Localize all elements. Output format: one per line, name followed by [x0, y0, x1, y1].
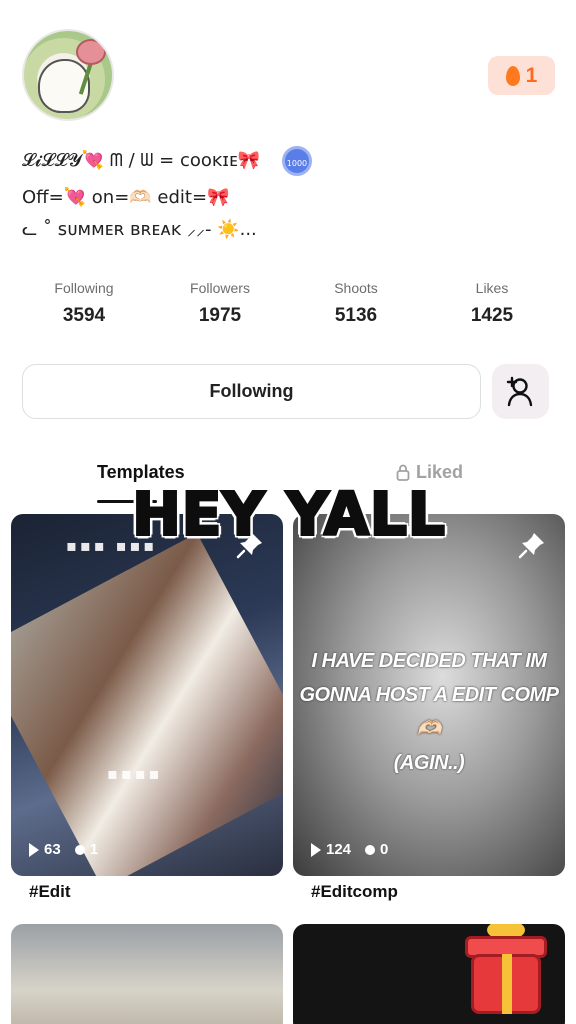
card-thumbnail: [11, 533, 283, 876]
template-card-4[interactable]: [293, 924, 565, 1024]
level-badge[interactable]: 1000: [281, 146, 312, 176]
stat-likes[interactable]: Likes 1425: [424, 280, 560, 327]
template-card-1[interactable]: ▪▪▪ ▪▪▪ ▪▪▪▪ 63 1: [11, 514, 283, 876]
gift-icon: [471, 954, 541, 1014]
card-tag[interactable]: #Edit: [29, 882, 71, 902]
stat-label: Followers: [190, 280, 250, 296]
card-stats: 63 1: [29, 841, 98, 858]
stat-value: 1975: [198, 305, 242, 326]
comment-icon: [74, 844, 85, 855]
stat-label: Likes: [475, 280, 509, 296]
comments-stat: 0: [365, 841, 388, 858]
comments-count: 0: [380, 841, 389, 858]
views-count: 63: [44, 841, 61, 858]
views-stat: 124: [311, 841, 351, 858]
card-stats: 124 0: [311, 841, 388, 858]
stat-value: 5136: [334, 305, 378, 326]
views-stat: 63: [29, 841, 61, 858]
comment-icon: [365, 844, 376, 855]
bio-line-2: Off=💘 on=🫶🏻 edit=🎀: [22, 187, 230, 208]
avatar[interactable]: [22, 29, 114, 121]
comments-stat: 1: [74, 841, 99, 858]
flame-icon: [505, 65, 520, 86]
play-icon: [311, 842, 321, 857]
hey-yall-sticker: HEY YALL: [131, 478, 447, 550]
bio-line-3[interactable]: ᓚ ˚ ꜱᴜᴍᴍᴇʀ ʙʀᴇᴀᴋ ⸝⸝- ☀️...: [22, 217, 257, 241]
bio-name: 𝓛𝓲𝓛𝓛𝓨💘 ᗰ / ᗯ = ᴄᴏᴏᴋɪᴇ🎀: [22, 150, 261, 171]
stat-following[interactable]: Following 3594: [16, 280, 152, 327]
streak-count: 1: [525, 63, 538, 87]
stat-value: 1425: [470, 305, 514, 326]
stat-followers[interactable]: Followers 1975: [152, 280, 288, 327]
stat-shoots[interactable]: Shoots 5136: [288, 280, 424, 327]
comments-count: 1: [89, 841, 99, 858]
streak-badge[interactable]: 1: [488, 56, 555, 95]
caption-line: GONNA HOST A EDIT COMP🫶🏻: [299, 684, 560, 740]
card-tag[interactable]: #Editcomp: [311, 882, 398, 902]
bio-line-1: 𝓛𝓲𝓛𝓛𝓨💘 ᗰ / ᗯ = ᴄᴏᴏᴋɪᴇ🎀 1000: [22, 146, 312, 176]
add-friend-button[interactable]: [492, 364, 549, 419]
card-caption: I HAVE DECIDED THAT IM GONNA HOST A EDIT…: [293, 644, 565, 780]
stat-value: 3594: [62, 305, 106, 326]
template-card-2[interactable]: I HAVE DECIDED THAT IM GONNA HOST A EDIT…: [293, 514, 565, 876]
stat-label: Following: [54, 280, 114, 296]
following-button[interactable]: Following: [22, 364, 481, 419]
caption-line: I HAVE DECIDED THAT IM: [311, 650, 547, 672]
template-card-3[interactable]: [11, 924, 283, 1024]
views-count: 124: [326, 841, 352, 858]
play-icon: [29, 842, 39, 857]
avatar-flower: [76, 39, 106, 65]
caption-line: (AGIN..): [393, 752, 465, 774]
profile-stats: Following 3594 Followers 1975 Shoots 513…: [16, 280, 560, 327]
add-user-icon: [506, 376, 532, 406]
pin-icon: [518, 533, 544, 559]
stage-lights: ▪▪▪▪: [107, 764, 163, 783]
stat-label: Shoots: [334, 280, 378, 296]
